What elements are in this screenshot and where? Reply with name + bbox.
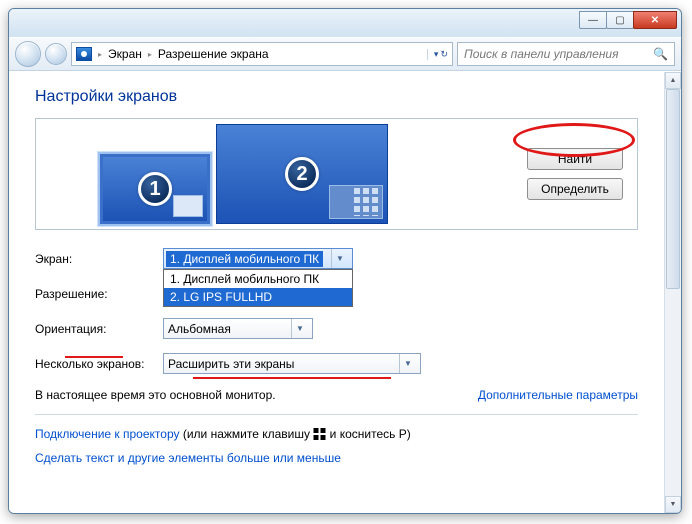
search-icon: 🔍 (653, 47, 668, 61)
search-input[interactable]: Поиск в панели управления 🔍 (457, 42, 675, 66)
scroll-down-button[interactable]: ▼ (665, 496, 681, 513)
address-bar[interactable]: ▸ Экран ▸ Разрешение экрана ▾ ↻ (71, 42, 453, 66)
row-display: Экран: 1. Дисплей мобильного ПК ▼ 1. Дис… (35, 248, 638, 269)
display-preview: 1 2 Найти Определить (35, 118, 638, 230)
monitor-1[interactable]: 1 (100, 154, 210, 224)
close-button[interactable]: ✕ (633, 11, 677, 29)
window-buttons: — ▢ ✕ (580, 11, 677, 29)
content: Настройки экранов 1 2 Найти Определить (9, 72, 664, 513)
display-dropdown: 1. Дисплей мобильного ПК 2. LG IPS FULLH… (163, 269, 353, 307)
row-orientation: Ориентация: Альбомная ▼ (35, 318, 638, 339)
refresh-icon[interactable]: ↻ (440, 49, 448, 60)
separator (35, 414, 638, 415)
page-title: Настройки экранов (35, 88, 638, 106)
chevron-right-icon: ▸ (148, 50, 152, 59)
search-placeholder: Поиск в панели управления (464, 47, 619, 61)
toolbar: ▸ Экран ▸ Разрешение экрана ▾ ↻ Поиск в … (9, 37, 681, 71)
monitor-2-badge: 2 (285, 157, 319, 191)
chevron-right-icon: ▸ (98, 50, 102, 59)
address-refresh: ▾ ↻ (427, 49, 448, 60)
scroll-up-button[interactable]: ▲ (665, 72, 681, 89)
find-button[interactable]: Найти (527, 148, 623, 170)
chevron-down-icon: ▼ (291, 319, 308, 338)
window: — ▢ ✕ ▸ Экран ▸ Разрешение экрана ▾ ↻ По… (8, 8, 682, 514)
label-resolution: Разрешение: (35, 287, 163, 301)
chevron-down-icon: ▼ (399, 354, 416, 373)
close-icon: ✕ (651, 15, 659, 26)
projector-row: Подключение к проектору (или нажмите кла… (35, 427, 638, 441)
maximize-button[interactable]: ▢ (606, 11, 634, 29)
primary-monitor-note: В настоящее время это основной монитор. (35, 388, 276, 402)
monitors-group: 1 2 (50, 124, 388, 224)
text-size-link[interactable]: Сделать текст и другие элементы больше и… (35, 451, 341, 465)
monitor-2-thumb (329, 185, 383, 219)
content-wrap: Настройки экранов 1 2 Найти Определить (9, 71, 681, 513)
windows-key-icon (313, 428, 326, 440)
scroll-track[interactable] (665, 89, 681, 496)
display-option-1[interactable]: 1. Дисплей мобильного ПК (164, 270, 352, 288)
nav-forward-button[interactable] (45, 43, 67, 65)
projector-text-a: (или нажмите клавишу (180, 427, 314, 441)
select-orientation[interactable]: Альбомная ▼ (163, 318, 313, 339)
label-display: Экран: (35, 252, 163, 266)
text-size-row: Сделать текст и другие элементы больше и… (35, 451, 638, 465)
maximize-icon: ▢ (615, 15, 624, 26)
primary-note-row: В настоящее время это основной монитор. … (35, 388, 638, 402)
monitor-1-badge: 1 (138, 172, 172, 206)
detect-button[interactable]: Определить (527, 178, 623, 200)
projector-text-b: и коснитесь P) (326, 427, 410, 441)
nav-back-button[interactable] (15, 41, 41, 67)
select-multi[interactable]: Расширить эти экраны ▼ (163, 353, 421, 374)
preview-buttons: Найти Определить (527, 148, 623, 200)
minimize-button[interactable]: — (579, 11, 607, 29)
annotation-underline-2 (193, 377, 391, 379)
monitor-1-thumb (173, 195, 203, 217)
minimize-icon: — (588, 15, 598, 26)
select-display[interactable]: 1. Дисплей мобильного ПК ▼ (163, 248, 353, 269)
breadcrumb-seg[interactable]: Разрешение экрана (158, 47, 269, 61)
monitor-2[interactable]: 2 (216, 124, 388, 224)
label-multi: Несколько экранов: (35, 357, 163, 371)
titlebar: — ▢ ✕ (9, 9, 681, 37)
scrollbar[interactable]: ▲ ▼ (664, 72, 681, 513)
chevron-down-icon: ▼ (331, 249, 348, 268)
chevron-down-icon[interactable]: ▾ (434, 49, 439, 60)
display-option-2[interactable]: 2. LG IPS FULLHD (164, 288, 352, 306)
breadcrumb-seg[interactable]: Экран (108, 47, 142, 61)
select-multi-value: Расширить эти экраны (168, 357, 294, 371)
label-orientation: Ориентация: (35, 322, 163, 336)
scroll-thumb[interactable] (666, 89, 680, 289)
row-multi: Несколько экранов: Расширить эти экраны … (35, 353, 638, 374)
select-display-value: 1. Дисплей мобильного ПК (166, 251, 323, 267)
projector-link[interactable]: Подключение к проектору (35, 427, 180, 441)
display-icon (76, 47, 92, 61)
select-orientation-value: Альбомная (168, 322, 231, 336)
advanced-settings-link[interactable]: Дополнительные параметры (478, 388, 638, 402)
